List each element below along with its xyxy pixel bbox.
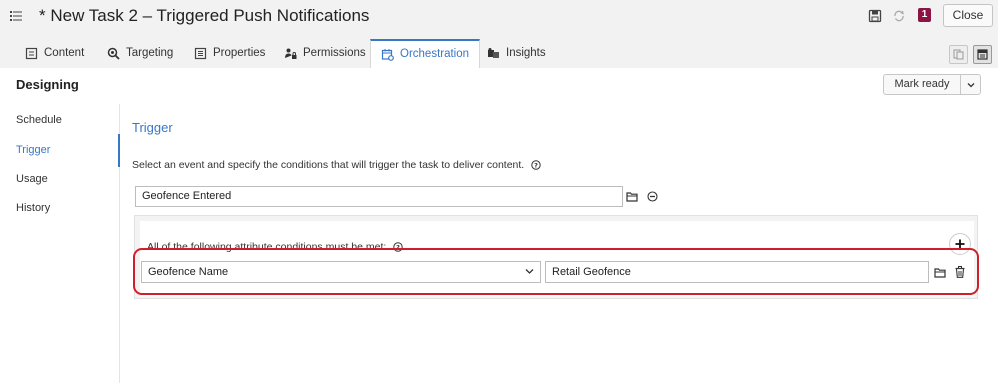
trigger-title: Trigger (132, 120, 173, 135)
document-icon (25, 47, 38, 60)
instructions-text: Select an event and specify the conditio… (132, 159, 525, 171)
svg-text:?: ? (534, 162, 538, 170)
tab-label: Targeting (126, 47, 174, 59)
save-icon[interactable] (868, 9, 882, 23)
mark-ready-dropdown[interactable] (960, 75, 980, 94)
tab-label: Permissions (303, 47, 366, 59)
document-copy-icon (953, 49, 964, 60)
title-bar: * New Task 2 – Triggered Push Notificati… (0, 0, 998, 34)
tab-label: Insights (506, 47, 546, 59)
tab-orchestration[interactable]: Orchestration (370, 39, 481, 68)
help-icon[interactable]: ? (531, 160, 541, 170)
nav-item-trigger[interactable]: Trigger (16, 144, 50, 156)
details-panel-button[interactable] (973, 45, 992, 64)
calendar-gear-icon (381, 49, 394, 61)
tab-properties[interactable]: Properties (194, 39, 265, 68)
mark-ready-button[interactable]: Mark ready (883, 74, 981, 95)
menu-icon[interactable] (10, 10, 22, 22)
event-input[interactable]: Geofence Entered (135, 186, 623, 207)
tab-insights[interactable]: Insights (487, 39, 546, 68)
tab-content[interactable]: Content (25, 39, 84, 68)
panel-layout-icon (977, 49, 988, 60)
chevron-down-icon (967, 82, 974, 87)
section-heading: Designing (16, 77, 79, 92)
tab-permissions[interactable]: Permissions (284, 39, 366, 68)
notification-badge[interactable]: 1 (918, 8, 931, 22)
nav-item-history[interactable]: History (16, 202, 50, 214)
insights-icon (488, 48, 499, 58)
close-button[interactable]: Close (943, 4, 993, 27)
tab-label: Content (44, 47, 85, 59)
nav-active-indicator (118, 134, 120, 167)
user-lock-icon (285, 48, 297, 59)
target-search-icon (107, 47, 120, 60)
nav-item-schedule[interactable]: Schedule (16, 114, 62, 126)
list-icon (194, 47, 207, 60)
tab-targeting[interactable]: Targeting (107, 39, 173, 68)
trigger-instructions: Select an event and specify the conditio… (132, 159, 541, 171)
preview-panel-button[interactable] (949, 45, 968, 64)
nav-item-usage[interactable]: Usage (16, 173, 48, 185)
highlight-annotation (133, 248, 979, 295)
remove-event-icon[interactable] (647, 191, 658, 202)
page-title: * New Task 2 – Triggered Push Notificati… (39, 6, 370, 25)
refresh-icon[interactable] (892, 9, 906, 23)
main-content: Designing Mark ready Schedule Trigger Us… (0, 68, 998, 383)
folder-icon[interactable] (626, 191, 638, 202)
mark-ready-label: Mark ready (894, 78, 950, 90)
tab-label: Properties (213, 47, 266, 59)
tab-bar: Content Targeting Properties Permissions (0, 38, 998, 68)
tab-label: Orchestration (400, 48, 470, 60)
